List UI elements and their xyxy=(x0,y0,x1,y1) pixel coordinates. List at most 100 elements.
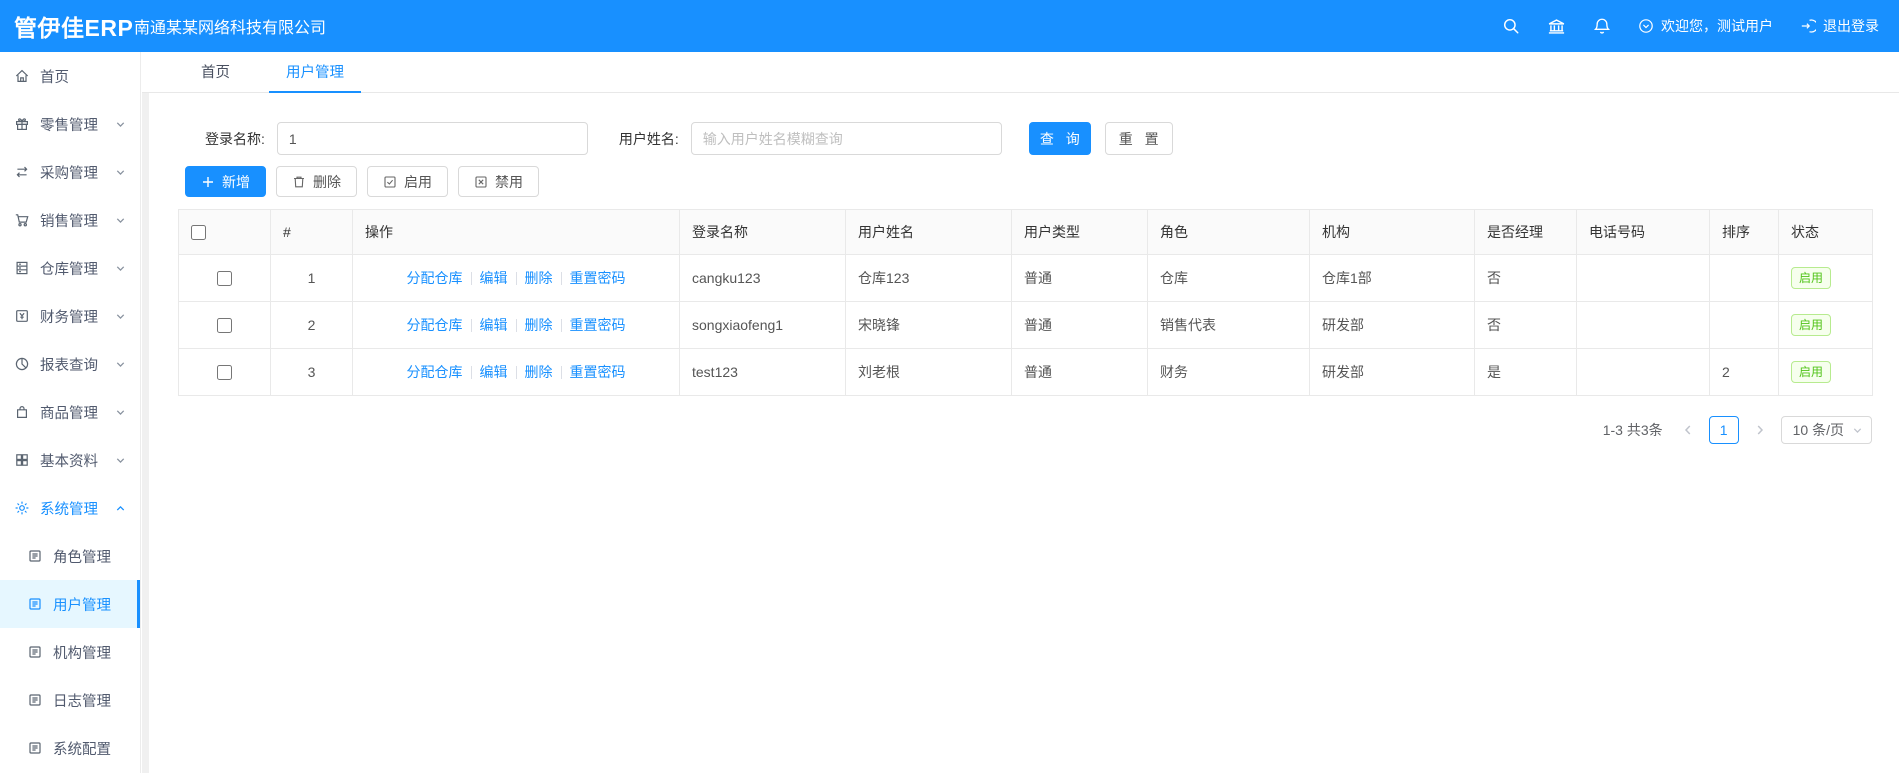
assign-warehouse-link[interactable]: 分配仓库 xyxy=(407,268,463,288)
main-area: 首页 用户管理 登录名称: 用户姓名: 查 询 重 置 新增 删除 启用 xyxy=(142,52,1899,773)
assign-warehouse-link[interactable]: 分配仓库 xyxy=(407,315,463,335)
pagination-total: 1-3 共3条 xyxy=(1602,422,1663,438)
cell-type: 普通 xyxy=(1011,254,1148,302)
cell-phone xyxy=(1576,254,1710,302)
edit-link[interactable]: 编辑 xyxy=(480,362,508,382)
sidebar-item-log-management[interactable]: 日志管理 xyxy=(0,676,140,724)
grid-icon xyxy=(16,454,28,466)
edit-link[interactable]: 编辑 xyxy=(480,268,508,288)
company-name: 南通某某网络科技有限公司 xyxy=(134,20,327,37)
disable-button[interactable]: 禁用 xyxy=(458,166,539,197)
sidebar-item-role-management[interactable]: 角色管理 xyxy=(0,532,140,580)
logout-text: 退出登录 xyxy=(1823,18,1879,34)
sidebar-item-goods[interactable]: 商品管理 xyxy=(0,388,140,436)
retail-icon xyxy=(15,118,29,130)
logout-icon xyxy=(1800,18,1816,34)
gear-icon xyxy=(15,501,29,515)
chevron-down-icon xyxy=(115,359,126,370)
bank-icon[interactable] xyxy=(1547,17,1566,36)
check-box-icon xyxy=(384,175,396,188)
cell-name: 刘老根 xyxy=(845,348,1012,396)
divider xyxy=(560,318,562,332)
reset-password-link[interactable]: 重置密码 xyxy=(570,315,626,335)
enable-button[interactable]: 启用 xyxy=(367,166,448,197)
sidebar-item-system-config[interactable]: 系统配置 xyxy=(0,724,140,772)
divider xyxy=(515,365,517,379)
tab-home[interactable]: 首页 xyxy=(184,52,247,93)
cell-org: 研发部 xyxy=(1309,348,1475,396)
table-row: 3 分配仓库 编辑 删除 重置密码 test123 刘老根 普通 财务 研发部 … xyxy=(178,348,1873,396)
purchase-icon xyxy=(16,166,28,178)
sidebar-item-basic-data[interactable]: 基本资料 xyxy=(0,436,140,484)
doc-icon xyxy=(29,742,41,754)
app-logo: 管伊佳ERP xyxy=(14,15,134,41)
cell-type: 普通 xyxy=(1011,301,1148,349)
user-name-label: 用户姓名: xyxy=(618,130,679,147)
search-form: 登录名称: 用户姓名: 查 询 重 置 xyxy=(205,122,1899,155)
login-name-input[interactable] xyxy=(276,122,588,155)
table-toolbar: 新增 删除 启用 禁用 xyxy=(185,166,1899,197)
next-page-icon[interactable] xyxy=(1749,416,1771,444)
row-checkbox[interactable] xyxy=(217,318,232,334)
select-all-checkbox[interactable] xyxy=(191,225,206,241)
table-row: 1 分配仓库 编辑 删除 重置密码 cangku123 仓库123 普通 仓库 … xyxy=(178,254,1873,302)
delete-button[interactable]: 删除 xyxy=(276,166,357,197)
header-actions: 欢迎您，测试用户 退出登录 xyxy=(1502,16,1899,36)
user-name-input[interactable] xyxy=(690,122,1002,155)
cell-sort xyxy=(1709,301,1779,349)
logout-button[interactable]: 退出登录 xyxy=(1800,16,1879,36)
edit-link[interactable]: 编辑 xyxy=(480,315,508,335)
doc-icon xyxy=(29,646,41,658)
divider xyxy=(515,271,517,285)
bell-icon[interactable] xyxy=(1593,17,1611,35)
top-header-bar: 管伊佳ERP 南通某某网络科技有限公司 欢迎您，测试用户 退出登录 xyxy=(0,0,1899,52)
delete-link[interactable]: 删除 xyxy=(525,315,553,335)
reset-password-link[interactable]: 重置密码 xyxy=(570,362,626,382)
col-org: 机构 xyxy=(1309,209,1475,255)
reset-password-link[interactable]: 重置密码 xyxy=(570,268,626,288)
sidebar-item-purchase[interactable]: 采购管理 xyxy=(0,148,140,196)
delete-link[interactable]: 删除 xyxy=(525,362,553,382)
chevron-down-icon xyxy=(115,119,126,130)
user-menu[interactable]: 欢迎您，测试用户 xyxy=(1638,16,1773,36)
query-button[interactable]: 查 询 xyxy=(1028,122,1091,155)
chevron-down-icon xyxy=(115,311,126,322)
sidebar-item-warehouse[interactable]: 仓库管理 xyxy=(0,244,140,292)
row-checkbox[interactable] xyxy=(217,365,232,381)
cell-org: 仓库1部 xyxy=(1309,254,1475,302)
sidebar-item-sales[interactable]: 销售管理 xyxy=(0,196,140,244)
sidebar-item-system[interactable]: 系统管理 xyxy=(0,484,140,532)
down-circle-icon xyxy=(1638,18,1654,34)
add-button[interactable]: 新增 xyxy=(185,166,266,197)
tab-user-management[interactable]: 用户管理 xyxy=(269,52,361,93)
table-row: 2 分配仓库 编辑 删除 重置密码 songxiaofeng1 宋晓锋 普通 销… xyxy=(178,301,1873,349)
page-number-button[interactable]: 1 xyxy=(1708,416,1739,444)
cell-sort: 2 xyxy=(1709,348,1779,396)
cell-manager: 否 xyxy=(1474,301,1577,349)
sidebar-item-org-management[interactable]: 机构管理 xyxy=(0,628,140,676)
prev-page-icon[interactable] xyxy=(1677,416,1699,444)
pagination: 1-3 共3条 1 10 条/页 xyxy=(149,416,1899,444)
sidebar-item-reports[interactable]: 报表查询 xyxy=(0,340,140,388)
cell-role: 销售代表 xyxy=(1147,301,1310,349)
assign-warehouse-link[interactable]: 分配仓库 xyxy=(407,362,463,382)
sidebar-item-user-management[interactable]: 用户管理 xyxy=(0,580,140,628)
cell-login: songxiaofeng1 xyxy=(679,301,846,349)
x-box-icon xyxy=(475,175,487,188)
cell-role: 仓库 xyxy=(1147,254,1310,302)
status-badge: 启用 xyxy=(1791,361,1832,383)
sidebar-item-retail[interactable]: 零售管理 xyxy=(0,100,140,148)
sidebar-item-finance[interactable]: 财务管理 xyxy=(0,292,140,340)
warehouse-icon xyxy=(16,261,28,275)
chevron-down-icon xyxy=(115,263,126,274)
status-badge: 启用 xyxy=(1791,267,1832,289)
cell-org: 研发部 xyxy=(1309,301,1475,349)
row-checkbox[interactable] xyxy=(217,271,232,287)
search-icon[interactable] xyxy=(1502,17,1520,35)
reset-button[interactable]: 重 置 xyxy=(1104,122,1173,155)
page-size-select[interactable]: 10 条/页 xyxy=(1780,416,1872,444)
col-type: 用户类型 xyxy=(1011,209,1148,255)
doc-icon xyxy=(29,694,41,706)
delete-link[interactable]: 删除 xyxy=(525,268,553,288)
sidebar-item-home[interactable]: 首页 xyxy=(0,52,140,100)
